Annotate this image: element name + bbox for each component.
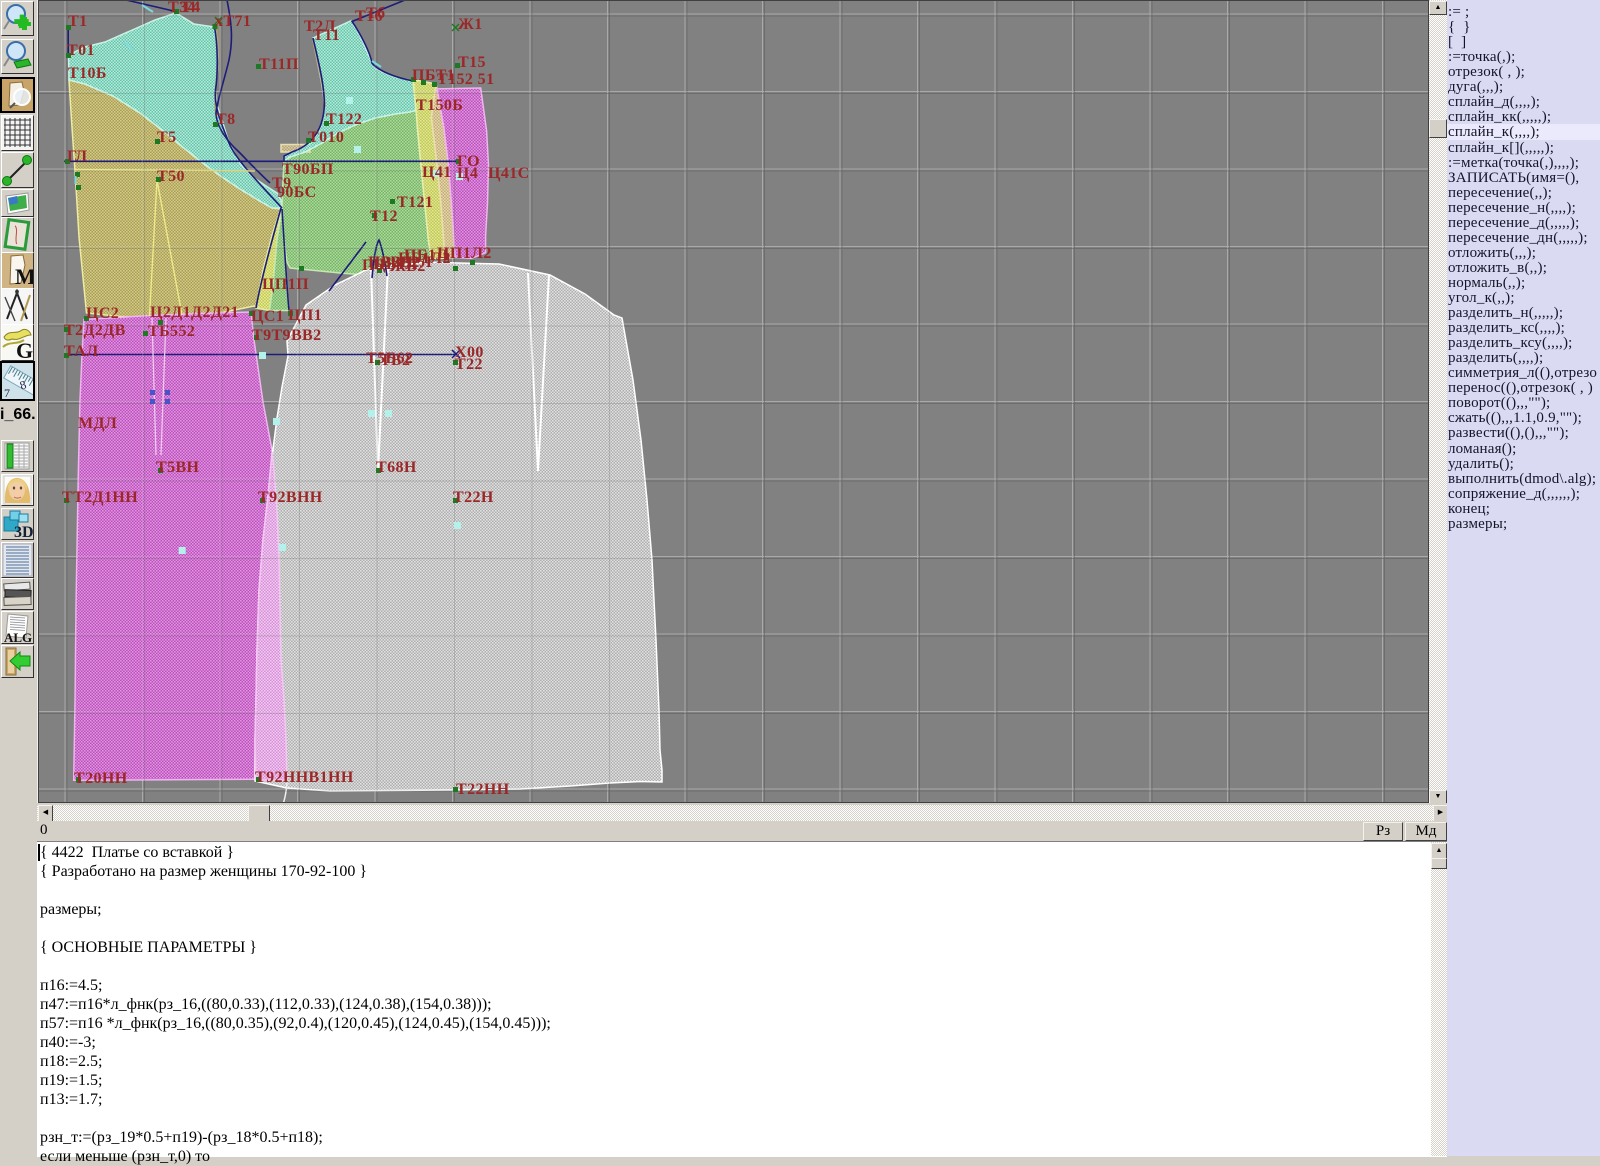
svg-text:Ж1: Ж1 bbox=[458, 16, 483, 33]
svg-text:ТТ2Д1НН: ТТ2Д1НН bbox=[62, 489, 138, 506]
svg-text:ЦП1: ЦП1 bbox=[288, 307, 322, 324]
svg-text:Т22: Т22 bbox=[455, 356, 483, 373]
svg-text:Т50: Т50 bbox=[157, 168, 185, 185]
svg-text:Т22Н: Т22Н bbox=[453, 489, 494, 506]
svg-text:Т10Б: Т10Б bbox=[68, 65, 107, 82]
svg-text:Т68Н: Т68Н bbox=[376, 459, 417, 476]
svg-text:ЦС1: ЦС1 bbox=[251, 308, 284, 325]
svg-text:Т11П: Т11П bbox=[259, 56, 299, 73]
svg-text:ТБ552: ТБ552 bbox=[148, 323, 195, 340]
svg-text:ТБ2: ТБ2 bbox=[380, 352, 410, 369]
svg-text:Т5: Т5 bbox=[157, 129, 176, 146]
svg-text:Ц2Д1Д2Д21: Ц2Д1Д2Д21 bbox=[150, 304, 239, 321]
svg-text:ЦС2: ЦС2 bbox=[86, 305, 119, 322]
svg-text:ПБ1Л: ПБ1Л bbox=[404, 247, 449, 264]
svg-text:Т92ВНН: Т92ВНН bbox=[258, 489, 323, 506]
svg-text:Ц41: Ц41 bbox=[422, 164, 452, 181]
svg-text:П6: П6 bbox=[362, 257, 383, 274]
svg-text:Т15: Т15 bbox=[458, 54, 486, 71]
svg-text:Т010: Т010 bbox=[308, 129, 344, 146]
svg-text:Т9Т9ВВ2: Т9Т9ВВ2 bbox=[252, 327, 322, 344]
svg-text:Т122: Т122 bbox=[326, 111, 362, 128]
svg-text:Т1: Т1 bbox=[68, 13, 87, 30]
svg-text:Ц4: Ц4 bbox=[457, 165, 478, 182]
svg-text:ГЛ: ГЛ bbox=[67, 148, 88, 165]
svg-text:90БС: 90БС bbox=[277, 184, 317, 201]
svg-text:Т22НН: Т22НН bbox=[456, 781, 510, 798]
svg-text:M: M bbox=[15, 264, 33, 288]
svg-text:Т4: Т4 bbox=[181, 0, 200, 16]
svg-text:Т5ВН: Т5ВН bbox=[156, 459, 200, 476]
svg-text:ALG: ALG bbox=[4, 630, 32, 643]
svg-text:G: G bbox=[16, 338, 33, 360]
svg-text:7: 7 bbox=[4, 386, 10, 399]
svg-text:Т121: Т121 bbox=[397, 194, 433, 211]
svg-text:Т20НН: Т20НН bbox=[74, 770, 128, 787]
svg-text:Т11: Т11 bbox=[313, 27, 340, 44]
svg-text:хТ71: хТ71 bbox=[215, 13, 251, 30]
svg-text:3D: 3D bbox=[14, 524, 33, 539]
svg-text:Тб: Тб bbox=[366, 5, 385, 22]
svg-text:Ц41С: Ц41С bbox=[488, 165, 530, 182]
svg-text:Т152 51: Т152 51 bbox=[437, 71, 494, 88]
svg-text:Т8: Т8 bbox=[216, 111, 235, 128]
svg-text:Т150Б: Т150Б bbox=[416, 97, 463, 114]
svg-text:Т01: Т01 bbox=[67, 42, 95, 59]
svg-text:Т12: Т12 bbox=[370, 208, 398, 225]
svg-text:ЦП1П: ЦП1П bbox=[262, 276, 309, 293]
svg-text:ТАЛ: ТАЛ bbox=[64, 343, 99, 360]
svg-text:Т92ННВ1НН: Т92ННВ1НН bbox=[255, 769, 354, 786]
svg-text:МДЛ: МДЛ bbox=[78, 415, 117, 432]
svg-text:Т2Д2ДВ: Т2Д2ДВ bbox=[64, 322, 126, 339]
